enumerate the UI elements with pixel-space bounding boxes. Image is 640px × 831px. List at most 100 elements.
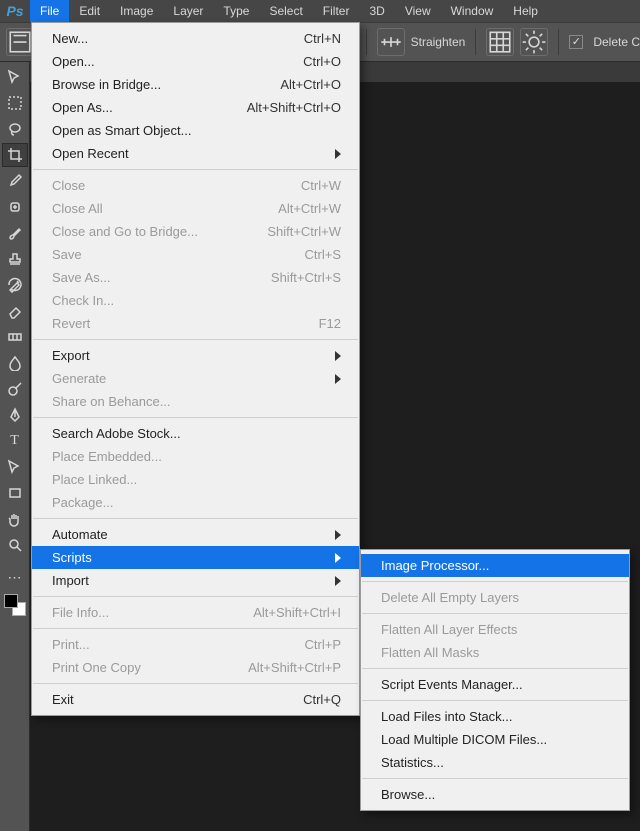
file-menu-exit[interactable]: ExitCtrl+Q (32, 688, 359, 711)
menu-item-shortcut: Shift+Ctrl+S (241, 270, 341, 285)
menu-separator (362, 700, 628, 701)
menu-item-shortcut: Alt+Shift+Ctrl+O (217, 100, 341, 115)
tool-move[interactable] (2, 65, 28, 89)
tool-dodge[interactable] (2, 377, 28, 401)
scripts-menu-image-processor[interactable]: Image Processor... (361, 554, 629, 577)
tool-pen[interactable] (2, 403, 28, 427)
tool-marquee[interactable] (2, 91, 28, 115)
grid-icon[interactable] (486, 28, 514, 56)
menu-window[interactable]: Window (441, 0, 504, 22)
tool-blur[interactable] (2, 351, 28, 375)
menu-select[interactable]: Select (259, 0, 312, 22)
menu-edit[interactable]: Edit (69, 0, 110, 22)
menu-item-label: Save As... (52, 270, 241, 285)
scripts-menu-flatten-all-masks: Flatten All Masks (361, 641, 629, 664)
separator (366, 29, 367, 55)
file-menu-check-in: Check In... (32, 289, 359, 312)
tool-rectangle[interactable] (2, 481, 28, 505)
tool-type[interactable]: T (2, 429, 28, 453)
tool-eyedropper[interactable] (2, 169, 28, 193)
delete-label: Delete C (593, 35, 640, 49)
submenu-arrow-icon (335, 576, 341, 586)
menu-3d[interactable]: 3D (359, 0, 394, 22)
menu-item-shortcut: Ctrl+O (273, 54, 341, 69)
menu-item-label: Flatten All Masks (381, 645, 611, 660)
file-menu-scripts[interactable]: Scripts (32, 546, 359, 569)
file-menu-open[interactable]: Open...Ctrl+O (32, 50, 359, 73)
menu-separator (33, 417, 358, 418)
separator (475, 29, 476, 55)
scripts-menu-delete-all-empty-layers: Delete All Empty Layers (361, 586, 629, 609)
menu-item-label: Open as Smart Object... (52, 123, 341, 138)
menu-item-shortcut: Ctrl+S (275, 247, 341, 262)
menu-item-label: Generate (52, 371, 315, 386)
menu-filter[interactable]: Filter (313, 0, 360, 22)
menu-item-label: Browse... (381, 787, 611, 802)
tool-path[interactable] (2, 455, 28, 479)
scripts-menu-browse[interactable]: Browse... (361, 783, 629, 806)
menu-item-label: Close and Go to Bridge... (52, 224, 237, 239)
scripts-menu-load-multiple-dicom-files[interactable]: Load Multiple DICOM Files... (361, 728, 629, 751)
tool-gradient[interactable] (2, 325, 28, 349)
menu-item-label: Export (52, 348, 315, 363)
menu-item-label: Image Processor... (381, 558, 611, 573)
menu-item-shortcut: Alt+Shift+Ctrl+I (223, 605, 341, 620)
tool-brush[interactable] (2, 221, 28, 245)
menu-view[interactable]: View (395, 0, 441, 22)
separator (558, 29, 559, 55)
file-menu-dropdown: New...Ctrl+NOpen...Ctrl+OBrowse in Bridg… (31, 22, 360, 716)
file-menu-open-recent[interactable]: Open Recent (32, 142, 359, 165)
tool-history-brush[interactable] (2, 273, 28, 297)
menu-item-label: Share on Behance... (52, 394, 341, 409)
file-menu-browse-in-bridge[interactable]: Browse in Bridge...Alt+Ctrl+O (32, 73, 359, 96)
menu-item-label: Import (52, 573, 315, 588)
submenu-arrow-icon (335, 351, 341, 361)
file-menu-save: SaveCtrl+S (32, 243, 359, 266)
menu-separator (362, 581, 628, 582)
tool-eraser[interactable] (2, 299, 28, 323)
tool-zoom[interactable] (2, 533, 28, 557)
tool-healing[interactable] (2, 195, 28, 219)
menu-item-shortcut: Shift+Ctrl+W (237, 224, 341, 239)
menu-item-label: Search Adobe Stock... (52, 426, 341, 441)
gear-icon[interactable] (520, 28, 548, 56)
tool-stamp[interactable] (2, 247, 28, 271)
menu-layer[interactable]: Layer (163, 0, 213, 22)
file-menu-automate[interactable]: Automate (32, 523, 359, 546)
tool-lasso[interactable] (2, 117, 28, 141)
menu-image[interactable]: Image (110, 0, 163, 22)
menu-item-label: Revert (52, 316, 289, 331)
straighten-label: Straighten (411, 35, 466, 49)
edit-toolbar-icon[interactable]: ⋯ (2, 565, 28, 589)
file-menu-open-as[interactable]: Open As...Alt+Shift+Ctrl+O (32, 96, 359, 119)
menu-separator (33, 169, 358, 170)
delete-checkbox[interactable] (569, 35, 583, 49)
scripts-submenu: Image Processor... Delete All Empty Layer… (360, 549, 630, 811)
scripts-menu-statistics[interactable]: Statistics... (361, 751, 629, 774)
file-menu-export[interactable]: Export (32, 344, 359, 367)
scripts-menu-script-events-manager[interactable]: Script Events Manager... (361, 673, 629, 696)
submenu-arrow-icon (335, 553, 341, 563)
tool-crop[interactable] (2, 143, 28, 167)
file-menu-search-adobe-stock[interactable]: Search Adobe Stock... (32, 422, 359, 445)
tool-hand[interactable] (2, 507, 28, 531)
menu-item-label: Flatten All Layer Effects (381, 622, 611, 637)
scripts-menu-flatten-all-layer-effects: Flatten All Layer Effects (361, 618, 629, 641)
tool-preset-icon[interactable] (6, 28, 34, 56)
menu-type[interactable]: Type (213, 0, 259, 22)
menu-file[interactable]: File (30, 0, 69, 22)
menu-separator (362, 613, 628, 614)
menu-item-shortcut: Alt+Ctrl+W (248, 201, 341, 216)
file-menu-import[interactable]: Import (32, 569, 359, 592)
menu-help[interactable]: Help (503, 0, 548, 22)
file-menu-close: CloseCtrl+W (32, 174, 359, 197)
straighten-icon[interactable] (377, 28, 405, 56)
menu-item-shortcut: Ctrl+P (275, 637, 341, 652)
file-menu-print: Print...Ctrl+P (32, 633, 359, 656)
file-menu-new[interactable]: New...Ctrl+N (32, 27, 359, 50)
file-menu-open-as-smart-object[interactable]: Open as Smart Object... (32, 119, 359, 142)
scripts-menu-load-files-into-stack[interactable]: Load Files into Stack... (361, 705, 629, 728)
menu-separator (33, 628, 358, 629)
foreground-color[interactable] (4, 594, 18, 608)
color-swatches[interactable] (4, 594, 26, 616)
